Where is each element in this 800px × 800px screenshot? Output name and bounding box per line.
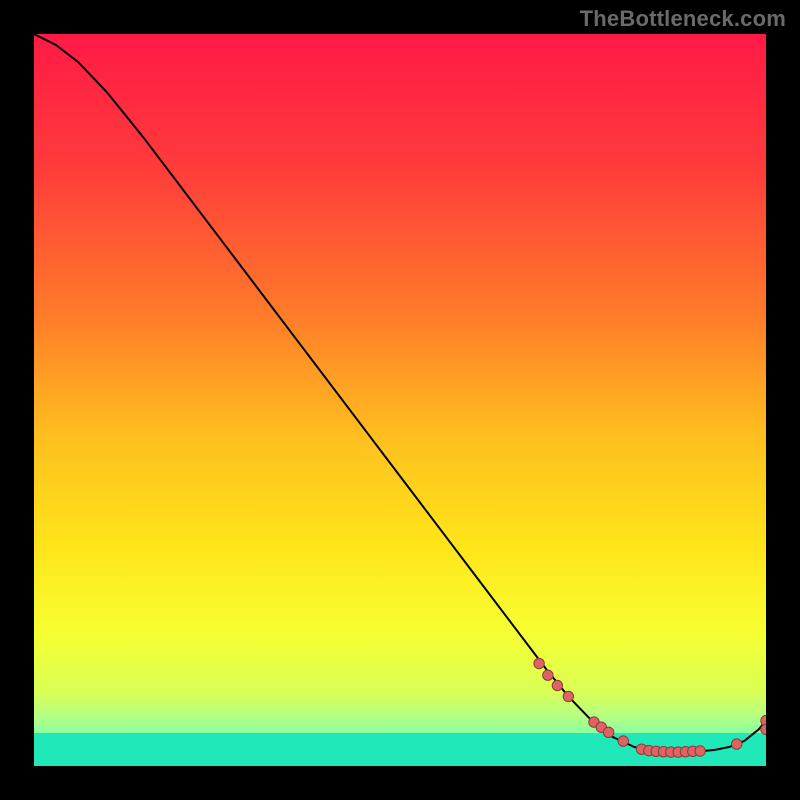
data-point — [563, 691, 573, 701]
data-point — [552, 680, 562, 690]
gradient-background — [34, 34, 766, 766]
chart-frame: TheBottleneck.com — [0, 0, 800, 800]
data-point — [603, 727, 613, 737]
data-point — [695, 746, 705, 756]
plot-area — [34, 34, 766, 766]
watermark-text: TheBottleneck.com — [580, 6, 786, 32]
data-point — [618, 736, 628, 746]
data-point — [534, 658, 544, 668]
data-point — [732, 739, 742, 749]
data-point — [543, 670, 553, 680]
bottleneck-chart — [34, 34, 766, 766]
